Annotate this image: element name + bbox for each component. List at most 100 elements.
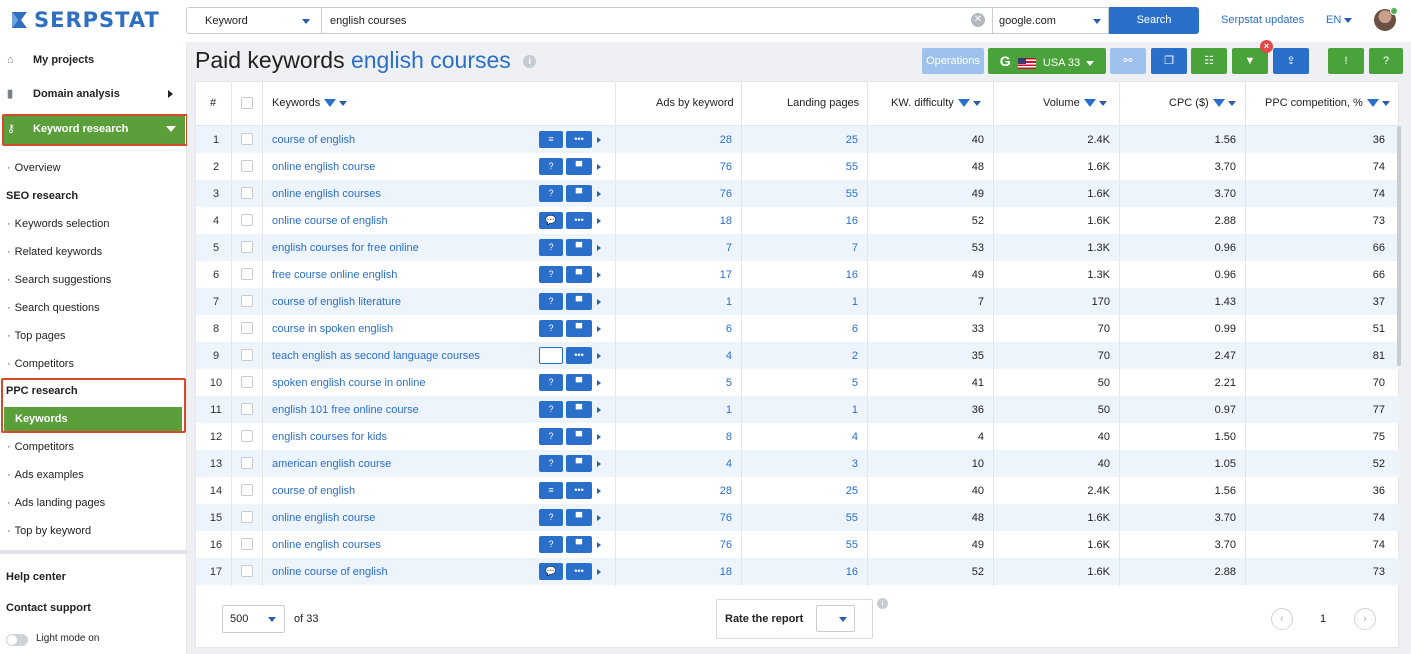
next-page-button[interactable]: › [1354, 608, 1376, 630]
ads-by-keyword-link[interactable]: 8 [666, 431, 732, 443]
keyword-link[interactable]: teach english as second language courses [272, 350, 480, 362]
expand-arrow-icon[interactable] [597, 353, 601, 359]
ad-icon[interactable]: ▀ [566, 374, 592, 391]
sort-icon[interactable] [339, 100, 348, 106]
row-checkbox[interactable] [241, 133, 253, 145]
chat-icon[interactable]: 💬 [539, 212, 563, 229]
keyword-link[interactable]: online course of english [272, 566, 388, 578]
keyword-link[interactable]: online english course [272, 512, 375, 524]
row-checkbox[interactable] [241, 484, 253, 496]
more-icon[interactable]: ••• [566, 131, 592, 148]
landing-pages-link[interactable]: 55 [792, 512, 858, 524]
expand-arrow-icon[interactable] [597, 245, 601, 251]
question-icon[interactable]: ? [539, 428, 563, 445]
question-icon[interactable]: ? [539, 158, 563, 175]
column-header-keywords[interactable]: Keywords [272, 97, 348, 109]
ads-by-keyword-link[interactable]: 76 [666, 512, 732, 524]
select-all-checkbox[interactable] [241, 97, 253, 109]
expand-arrow-icon[interactable] [597, 461, 601, 467]
landing-pages-link[interactable]: 3 [792, 458, 858, 470]
keyword-link[interactable]: course in spoken english [272, 323, 393, 335]
expand-arrow-icon[interactable] [597, 299, 601, 305]
row-checkbox[interactable] [241, 457, 253, 469]
ads-by-keyword-link[interactable]: 76 [666, 188, 732, 200]
keyword-link[interactable]: online english courses [272, 539, 381, 551]
ads-by-keyword-link[interactable]: 28 [666, 485, 732, 497]
sidebar-item-keywords-selection[interactable]: Keywords selection [7, 218, 110, 230]
sidebar-item-ads-landing-pages[interactable]: Ads landing pages [7, 497, 106, 509]
rows-per-page-select[interactable]: 500 [222, 605, 285, 633]
expand-arrow-icon[interactable] [597, 164, 601, 170]
search-type-select[interactable]: Keyword [186, 7, 321, 34]
filter-icon[interactable] [324, 99, 337, 108]
column-header-landing-pages[interactable]: Landing pages [787, 97, 859, 109]
column-header-kw-difficulty[interactable]: KW. difficulty [891, 97, 981, 109]
keyword-link[interactable]: online english course [272, 161, 375, 173]
landing-pages-link[interactable]: 4 [792, 431, 858, 443]
sort-icon[interactable] [1381, 100, 1390, 106]
row-checkbox[interactable] [241, 511, 253, 523]
row-checkbox[interactable] [241, 403, 253, 415]
row-checkbox[interactable] [241, 214, 253, 226]
question-icon[interactable]: ? [539, 401, 563, 418]
expand-arrow-icon[interactable] [597, 569, 601, 575]
more-icon[interactable]: ••• [566, 482, 592, 499]
filter-icon[interactable] [1083, 99, 1096, 108]
row-checkbox[interactable] [241, 430, 253, 442]
question-icon[interactable]: ? [539, 536, 563, 553]
landing-pages-link[interactable]: 25 [792, 134, 858, 146]
keyword-link[interactable]: online course of english [272, 215, 388, 227]
ads-by-keyword-link[interactable]: 6 [666, 323, 732, 335]
ad-icon[interactable]: ▀ [566, 455, 592, 472]
prev-page-button[interactable]: ‹ [1271, 608, 1293, 630]
search-input[interactable] [321, 7, 993, 34]
ads-by-keyword-link[interactable]: 17 [666, 269, 732, 281]
list-icon[interactable]: ≡ [539, 482, 563, 499]
question-icon[interactable]: ? [539, 374, 563, 391]
question-icon[interactable]: ? [539, 239, 563, 256]
landing-pages-link[interactable]: 16 [792, 269, 858, 281]
feedback-button[interactable]: ! [1328, 48, 1364, 74]
ads-by-keyword-link[interactable]: 28 [666, 134, 732, 146]
expand-arrow-icon[interactable] [597, 407, 601, 413]
ad-icon[interactable]: ▀ [566, 239, 592, 256]
help-center-link[interactable]: Help center [6, 571, 66, 583]
sidebar-item-search-suggestions[interactable]: Search suggestions [7, 274, 112, 286]
question-icon[interactable]: ? [539, 293, 563, 310]
more-icon[interactable]: ••• [566, 563, 592, 580]
info-icon[interactable]: i [877, 598, 888, 609]
operations-button[interactable]: Operations [922, 48, 984, 74]
expand-arrow-icon[interactable] [597, 542, 601, 548]
ads-by-keyword-link[interactable]: 76 [666, 539, 732, 551]
ad-icon[interactable]: ▀ [566, 509, 592, 526]
sidebar-item-ads-examples[interactable]: Ads examples [7, 469, 84, 481]
contact-support-link[interactable]: Contact support [6, 602, 91, 614]
expand-arrow-icon[interactable] [597, 272, 601, 278]
clear-search-icon[interactable]: ✕ [971, 13, 985, 27]
more-icon[interactable]: ••• [566, 212, 592, 229]
expand-arrow-icon[interactable] [597, 326, 601, 332]
list-icon[interactable]: ≡ [539, 131, 563, 148]
landing-pages-link[interactable]: 1 [792, 404, 858, 416]
expand-arrow-icon[interactable] [597, 191, 601, 197]
sort-icon[interactable] [972, 100, 981, 106]
landing-pages-link[interactable]: 6 [792, 323, 858, 335]
ad-icon[interactable]: ▀ [566, 158, 592, 175]
landing-pages-link[interactable]: 5 [792, 377, 858, 389]
ad-icon[interactable]: ▀ [566, 185, 592, 202]
landing-pages-link[interactable]: 55 [792, 539, 858, 551]
ads-by-keyword-link[interactable]: 7 [666, 242, 732, 254]
row-checkbox[interactable] [241, 538, 253, 550]
ad-icon[interactable]: ▀ [566, 320, 592, 337]
sidebar-item-overview[interactable]: Overview [7, 162, 61, 174]
expand-arrow-icon[interactable] [597, 380, 601, 386]
question-icon[interactable]: ? [539, 455, 563, 472]
ads-by-keyword-link[interactable]: 18 [666, 215, 732, 227]
expand-arrow-icon[interactable] [597, 488, 601, 494]
info-icon[interactable]: i [523, 55, 537, 69]
column-header-cpc[interactable]: CPC ($) [1169, 97, 1236, 109]
column-header-ads-by-keyword[interactable]: Ads by keyword [656, 97, 734, 109]
keyword-link[interactable]: free course online english [272, 269, 397, 281]
landing-pages-link[interactable]: 55 [792, 188, 858, 200]
row-checkbox[interactable] [241, 565, 253, 577]
